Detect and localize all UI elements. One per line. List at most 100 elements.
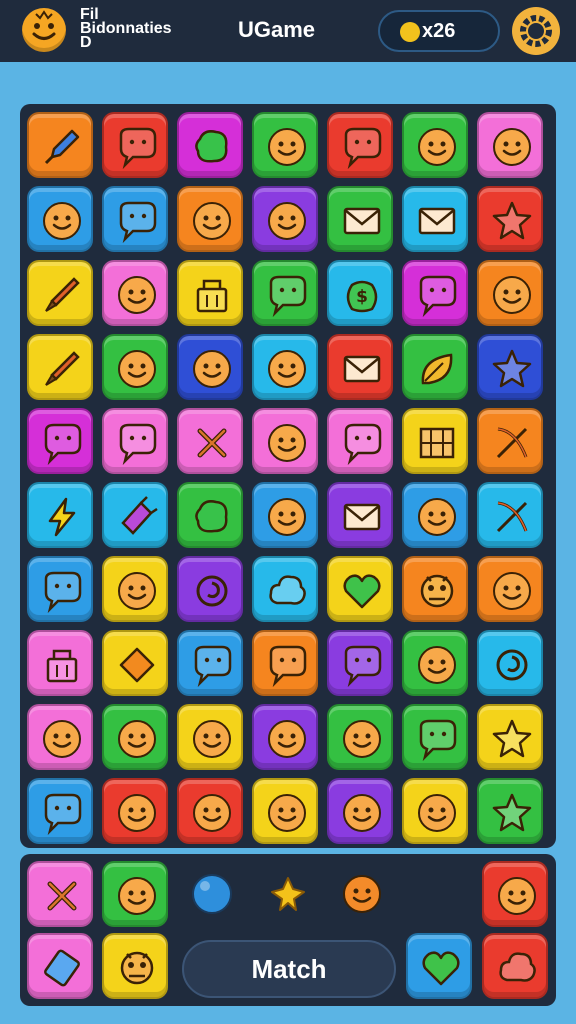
- board-tile[interactable]: [102, 186, 168, 252]
- board-tile[interactable]: [102, 556, 168, 622]
- bow-icon: [496, 501, 528, 533]
- board-tile[interactable]: [27, 260, 93, 326]
- board-tile[interactable]: [177, 186, 243, 252]
- board-tile[interactable]: [402, 260, 468, 326]
- board-tile[interactable]: [327, 778, 393, 844]
- board-tile[interactable]: [27, 778, 93, 844]
- tray-token[interactable]: [338, 870, 386, 918]
- board-tile[interactable]: [477, 482, 543, 548]
- tray-tile[interactable]: [27, 861, 93, 927]
- board-tile[interactable]: [177, 630, 243, 696]
- board-tile[interactable]: [102, 408, 168, 474]
- board-tile[interactable]: [327, 112, 393, 178]
- board-tile[interactable]: [252, 112, 318, 178]
- board-tile[interactable]: [27, 630, 93, 696]
- board-tile[interactable]: [402, 630, 468, 696]
- board-tile[interactable]: [177, 556, 243, 622]
- board-tile[interactable]: [252, 704, 318, 770]
- board-tile[interactable]: [27, 556, 93, 622]
- board-tile[interactable]: [477, 704, 543, 770]
- board-tile[interactable]: [27, 482, 93, 548]
- star-icon: [492, 719, 532, 758]
- board-tile[interactable]: [327, 556, 393, 622]
- board-tile[interactable]: [252, 408, 318, 474]
- chat-bubble-icon: [344, 423, 382, 466]
- board-tile[interactable]: [27, 112, 93, 178]
- board-tile[interactable]: [102, 778, 168, 844]
- board-tile[interactable]: [177, 260, 243, 326]
- board-tile[interactable]: [252, 334, 318, 400]
- board-tile[interactable]: [402, 556, 468, 622]
- board-tile[interactable]: [477, 556, 543, 622]
- board-tile[interactable]: [252, 186, 318, 252]
- board-tile[interactable]: [177, 778, 243, 844]
- tray-tile[interactable]: [102, 933, 168, 999]
- board-tile[interactable]: [477, 334, 543, 400]
- board-tile[interactable]: [102, 334, 168, 400]
- envelope-icon: [343, 207, 381, 235]
- board-tile[interactable]: [252, 482, 318, 548]
- smiley-icon: [193, 202, 231, 240]
- board-tile[interactable]: [402, 482, 468, 548]
- smiley-icon: [43, 720, 81, 758]
- gem-icon: [44, 949, 80, 987]
- chat-bubble-icon: [44, 571, 82, 614]
- board-tile[interactable]: [102, 482, 168, 548]
- board-tile[interactable]: [327, 482, 393, 548]
- tray-tile[interactable]: [27, 933, 93, 999]
- board-tile[interactable]: [27, 186, 93, 252]
- diamond-icon: [119, 647, 155, 683]
- board-tile[interactable]: [402, 112, 468, 178]
- board-tile[interactable]: [327, 186, 393, 252]
- board-tile[interactable]: [102, 704, 168, 770]
- board-tile[interactable]: [327, 334, 393, 400]
- board-tile[interactable]: [402, 408, 468, 474]
- board-tile[interactable]: [102, 630, 168, 696]
- board-tile[interactable]: [477, 260, 543, 326]
- svg-text:$: $: [356, 287, 368, 307]
- tray-tile[interactable]: [406, 933, 472, 999]
- board-tile[interactable]: $: [327, 260, 393, 326]
- board-tile[interactable]: [177, 112, 243, 178]
- tray-token[interactable]: [188, 870, 236, 918]
- tray-tile[interactable]: [102, 861, 168, 927]
- board-tile[interactable]: [402, 778, 468, 844]
- board-tile[interactable]: [27, 334, 93, 400]
- board-tile[interactable]: [402, 186, 468, 252]
- board-tile[interactable]: [477, 112, 543, 178]
- board-tile[interactable]: [402, 704, 468, 770]
- avatar[interactable]: [22, 8, 66, 52]
- board-tile[interactable]: [177, 482, 243, 548]
- tray-tile[interactable]: [482, 861, 548, 927]
- match-button[interactable]: Match: [182, 940, 396, 998]
- board-tile[interactable]: [102, 112, 168, 178]
- tray-token[interactable]: [264, 870, 312, 918]
- board-tile[interactable]: [102, 260, 168, 326]
- settings-button[interactable]: [512, 7, 560, 55]
- board-tile[interactable]: [177, 334, 243, 400]
- board-tile[interactable]: [327, 408, 393, 474]
- board-tile[interactable]: [252, 260, 318, 326]
- board-tile[interactable]: [252, 556, 318, 622]
- basket-icon: [46, 649, 78, 683]
- board-tile[interactable]: [252, 778, 318, 844]
- board-tile[interactable]: [327, 630, 393, 696]
- game-board: $: [20, 104, 556, 848]
- coin-icon: [400, 22, 420, 42]
- board-tile[interactable]: [402, 334, 468, 400]
- game-title: UGame: [238, 17, 316, 42]
- board-tile[interactable]: [177, 408, 243, 474]
- board-tile[interactable]: [477, 630, 543, 696]
- smiley-icon: [418, 794, 456, 832]
- coin-counter[interactable]: x26: [378, 10, 500, 52]
- board-tile[interactable]: [27, 408, 93, 474]
- board-tile[interactable]: [252, 630, 318, 696]
- board-tile[interactable]: [327, 704, 393, 770]
- board-tile[interactable]: [27, 704, 93, 770]
- board-tile[interactable]: [477, 778, 543, 844]
- board-tile[interactable]: [477, 186, 543, 252]
- tray-tile[interactable]: [482, 933, 548, 999]
- board-tile[interactable]: [177, 704, 243, 770]
- board-tile[interactable]: [477, 408, 543, 474]
- chat-bubble-icon: [344, 127, 382, 170]
